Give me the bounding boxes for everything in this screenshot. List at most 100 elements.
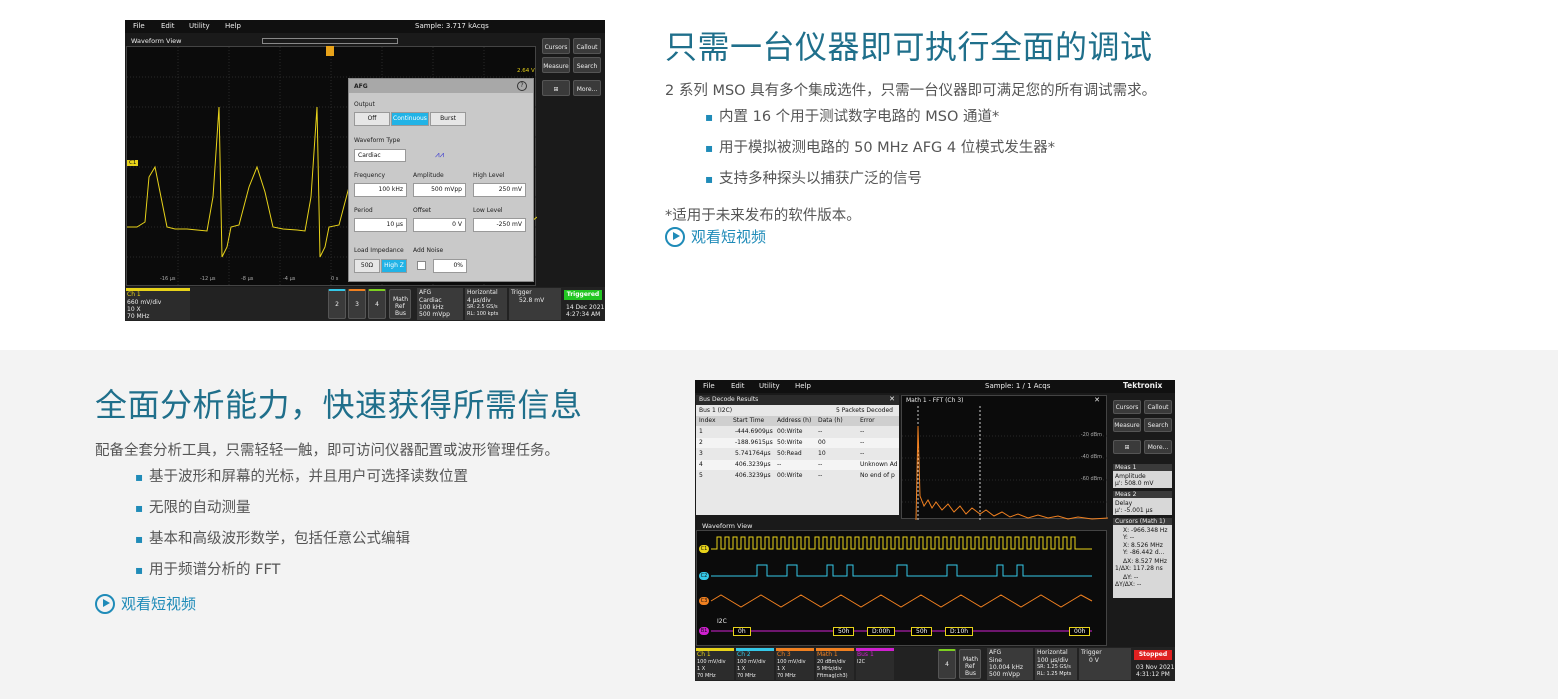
horizontal-status-badge[interactable]: Horizontal 4 µs/div SR: 2.5 GS/s RL: 100… — [465, 288, 507, 320]
table-row[interactable]: 2 -188.9615µs 50:Write 00 -- — [696, 438, 899, 448]
ch4-button[interactable]: 4 — [368, 289, 386, 319]
table-row[interactable]: 1 -444.6909µs 00:Write -- -- — [696, 427, 899, 437]
cursors-button[interactable]: Cursors — [1113, 400, 1141, 414]
search-button[interactable]: Search — [573, 57, 601, 73]
more-button[interactable]: More... — [573, 80, 601, 96]
low-level-field[interactable]: -250 mV — [473, 218, 526, 232]
math-ref-bus-button[interactable]: Math Ref Bus — [959, 649, 981, 679]
menu-file[interactable]: File — [133, 22, 145, 30]
list-item: ▪ 基于波形和屏幕的光标，并且用户可选择读数位置 — [135, 469, 468, 485]
afg-status-freq: 100 kHz — [419, 304, 444, 311]
ch1-marker[interactable]: C1 — [699, 545, 709, 553]
trigger-status-badge[interactable]: Trigger 0 V — [1079, 648, 1131, 680]
time-tick: 0 s — [331, 276, 339, 282]
bus-decode-title: Bus Decode Results — [699, 396, 759, 403]
ch2-status-badge[interactable]: Ch 2 100 mV/div 1 X 70 MHz — [736, 648, 774, 680]
callout-button[interactable]: Callout — [573, 38, 601, 54]
afg-status-type: Sine — [989, 657, 1002, 664]
afg-status-badge[interactable]: AFG Sine 10.004 kHz 500 mVpp — [987, 648, 1033, 680]
ch2-trace — [711, 564, 1092, 577]
meas1-badge[interactable]: Meas 1 Amplitude µ': 508.0 mV — [1113, 464, 1172, 488]
noise-field[interactable]: 0% — [433, 259, 467, 273]
menu-help[interactable]: Help — [225, 22, 241, 30]
callout-button[interactable]: Callout — [1144, 400, 1172, 414]
fft-panel: Math 1 - FFT (Ch 3) ✕ -20 dBm -40 dBm -6… — [901, 395, 1108, 520]
trigger-marker-icon[interactable] — [326, 46, 334, 56]
output-off-button[interactable]: Off — [354, 112, 390, 126]
close-icon[interactable]: ✕ — [889, 395, 895, 403]
measure-button[interactable]: Measure — [542, 57, 570, 73]
ch4-button[interactable]: 4 — [938, 649, 956, 679]
bullet-dot-icon: ▪ — [135, 563, 144, 577]
period-field[interactable]: 10 µs — [354, 218, 407, 232]
more-button[interactable]: More... — [1144, 440, 1172, 454]
horizontal-status-badge[interactable]: Horizontal 100 µs/div SR: 1.25 GS/s RL: … — [1035, 648, 1077, 680]
section1-title: 只需一台仪器即可执行全面的调试 — [665, 28, 1153, 66]
trigger-level: 0 V — [1089, 657, 1099, 664]
scope-time: 4:31:12 PM — [1136, 671, 1170, 678]
ch1-status-badge[interactable]: Ch 1 660 mV/div 10 X 70 MHz — [126, 288, 190, 320]
section1-video-link[interactable]: 观看短视频 — [665, 226, 766, 247]
load-50-ohm-button[interactable]: 50Ω — [354, 259, 380, 273]
amplitude-field[interactable]: 500 mVpp — [413, 183, 466, 197]
bus1-status-badge[interactable]: Bus 1 I2C — [856, 648, 894, 680]
zoom-icon[interactable]: ⊞ — [1113, 440, 1141, 454]
ch2-button[interactable]: 2 — [328, 289, 346, 319]
frequency-label: Frequency — [354, 172, 385, 179]
section2-video-link[interactable]: 观看短视频 — [95, 593, 196, 614]
zoom-icon[interactable]: ⊞ — [542, 80, 570, 96]
high-level-field[interactable]: 250 mV — [473, 183, 526, 197]
menu-help[interactable]: Help — [795, 382, 811, 390]
menu-edit[interactable]: Edit — [731, 382, 745, 390]
meas2-badge[interactable]: Meas 2 Delay µ': -5.001 µs — [1113, 491, 1172, 515]
offset-field[interactable]: 0 V — [413, 218, 466, 232]
menu-edit[interactable]: Edit — [161, 22, 175, 30]
sample-count: Sample: 3.717 kAcqs — [415, 22, 489, 30]
bus-marker[interactable]: B1 — [699, 627, 709, 635]
low-level-label: Low Level — [473, 207, 503, 214]
cursors-button[interactable]: Cursors — [542, 38, 570, 54]
video-link-label: 观看短视频 — [691, 228, 767, 246]
search-button[interactable]: Search — [1144, 418, 1172, 432]
ch1-status-badge[interactable]: Ch 1 100 mV/div 1 X 70 MHz — [696, 648, 734, 680]
load-high-z-button[interactable]: High Z — [381, 259, 407, 273]
ch3-marker[interactable]: C3 — [699, 597, 709, 605]
table-row[interactable]: 3 5.741764µs 50:Read 10 -- — [696, 449, 899, 459]
bus-packet: 00h — [1069, 627, 1091, 636]
table-row[interactable]: 4 406.3239µs -- -- Unknown Ad — [696, 460, 899, 470]
stopped-badge[interactable]: Stopped — [1134, 650, 1172, 660]
waveform-type-select[interactable]: Cardiac — [354, 149, 406, 162]
triggered-badge[interactable]: Triggered — [564, 290, 602, 300]
ch2-bandwidth: 70 MHz — [737, 673, 756, 679]
time-tick: -16 µs — [160, 276, 176, 282]
afg-status-badge[interactable]: AFG Cardiac 100 kHz 500 mVpp — [417, 288, 463, 320]
trigger-level: 52.8 mV — [519, 297, 545, 304]
record-length: RL: 1.25 Mpts — [1037, 671, 1072, 677]
afg-status-amp: 500 mVpp — [989, 671, 1020, 678]
menu-utility[interactable]: Utility — [759, 382, 780, 390]
frequency-field[interactable]: 100 kHz — [354, 183, 407, 197]
output-continuous-button[interactable]: Continuous — [391, 112, 429, 126]
ch3-button[interactable]: 3 — [348, 289, 366, 319]
menu-utility[interactable]: Utility — [189, 22, 210, 30]
add-noise-checkbox[interactable] — [417, 261, 426, 270]
ch1-marker[interactable]: C1 — [127, 160, 139, 166]
list-item: ▪ 内置 16 个用于测试数字电路的 MSO 通道* — [705, 109, 1000, 125]
bus-decode-table: Index Start Time Address (h) Data (h) Er… — [696, 416, 899, 486]
section-analysis: 全面分析能力，快速获得所需信息 配备全套分析工具，只需轻轻一触，即可访问仪器配置… — [0, 350, 1558, 699]
math-ref-bus-button[interactable]: Math Ref Bus — [389, 289, 411, 319]
ch3-status-badge[interactable]: Ch 3 100 mV/div 1 X 70 MHz — [776, 648, 814, 680]
math1-status-badge[interactable]: Math 1 20 dBm/div 5 MHz/div Fftmag(ch3) — [816, 648, 854, 680]
ch2-marker[interactable]: C2 — [699, 572, 709, 580]
measure-button[interactable]: Measure — [1113, 418, 1141, 432]
cursors-readout[interactable]: Cursors (Math 1) X: -966.348 Hz Y: -- X:… — [1113, 518, 1172, 598]
output-burst-button[interactable]: Burst — [430, 112, 466, 126]
afg-status-amp: 500 mVpp — [419, 311, 450, 318]
table-row[interactable]: 5 406.3239µs 00:Write -- No end of p — [696, 471, 899, 481]
trigger-status-badge[interactable]: Trigger 52.8 mV — [509, 288, 561, 320]
scope-screenshot-afg: File Edit Utility Help Sample: 3.717 kAc… — [125, 20, 605, 321]
bus-label: Bus — [965, 670, 977, 677]
help-icon[interactable]: ? — [517, 81, 527, 91]
menu-file[interactable]: File — [703, 382, 715, 390]
scope-status-bar: Ch 1 660 mV/div 10 X 70 MHz 2 3 4 Math R… — [125, 287, 605, 321]
